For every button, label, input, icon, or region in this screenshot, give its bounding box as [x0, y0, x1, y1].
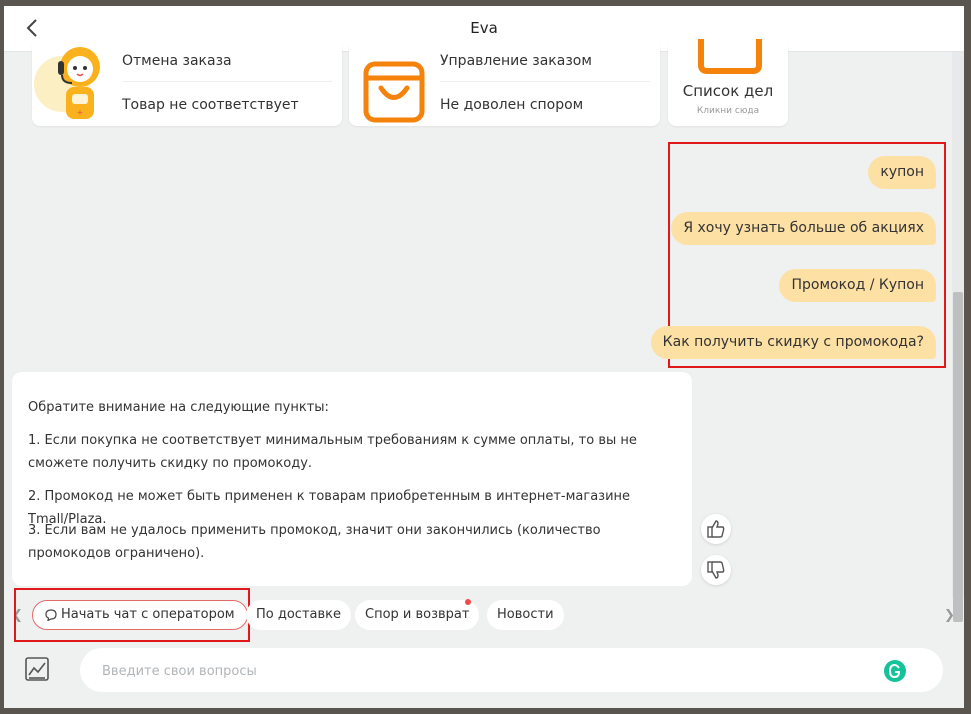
- thumbs-up-icon: [707, 520, 725, 538]
- chat-window: Eva + Отмена заказа Товар не соответству…: [4, 6, 964, 708]
- card-divider: [122, 81, 332, 82]
- bot-answer-bubble: Обратите внимание на следующие пункты: 1…: [12, 372, 692, 586]
- dispute-return-chip[interactable]: Спор и возврат: [355, 599, 480, 630]
- quick-replies-bar: ❮ Начать чат с оператором По доставке Сп…: [4, 588, 964, 642]
- cancel-order-link[interactable]: Отмена заказа: [122, 53, 232, 69]
- todo-box-icon: [698, 39, 762, 74]
- todo-list-title: Список дел: [682, 82, 774, 100]
- delivery-chip[interactable]: По доставке: [246, 600, 352, 630]
- robot-mascot-icon: +: [34, 47, 100, 119]
- service-card-orders: + Отмена заказа Товар не соответствует: [32, 39, 342, 126]
- message-input-wrapper: [80, 648, 943, 692]
- todo-list-subtitle: Кликни сюда: [696, 106, 760, 116]
- dispute-unhappy-link[interactable]: Не доволен спором: [440, 97, 583, 113]
- answer-intro: Обратите внимание на следующие пункты:: [28, 400, 329, 415]
- user-message[interactable]: купон: [868, 156, 936, 189]
- dispute-chip-label: Спор и возврат: [365, 607, 470, 622]
- chat-bubble-icon: [45, 608, 57, 621]
- operator-chip-label: Начать чат с оператором: [61, 607, 235, 622]
- thumbs-down-button[interactable]: [701, 555, 731, 585]
- chat-title: Eva: [470, 19, 498, 37]
- thumbs-down-icon: [707, 561, 725, 579]
- chart-image-icon[interactable]: [24, 656, 50, 682]
- input-bar: [4, 642, 964, 708]
- answer-point-1: 1. Если покупка не соответствует минимал…: [28, 433, 637, 471]
- news-chip[interactable]: Новости: [487, 600, 564, 630]
- chevron-left-icon[interactable]: ❮: [12, 608, 23, 623]
- svg-text:+: +: [77, 108, 84, 117]
- item-mismatch-link[interactable]: Товар не соответствует: [122, 97, 299, 113]
- service-card-management: Управление заказом Не доволен спором: [349, 39, 660, 126]
- todo-list-card[interactable]: Список дел Кликни сюда: [668, 39, 788, 126]
- order-management-link[interactable]: Управление заказом: [440, 53, 592, 69]
- card-divider: [440, 81, 650, 82]
- scrollbar-thumb[interactable]: [953, 292, 963, 622]
- user-message[interactable]: Как получить скидку с промокода?: [650, 326, 936, 359]
- start-operator-chat-button[interactable]: Начать чат с оператором: [32, 600, 248, 630]
- user-message[interactable]: Промокод / Купон: [779, 269, 936, 302]
- notification-dot: [465, 599, 472, 605]
- thumbs-up-button[interactable]: [701, 514, 731, 544]
- scrollbar-track[interactable]: [952, 52, 964, 622]
- answer-point-3: 3. Если вам не удалось применить промоко…: [28, 523, 601, 561]
- message-input[interactable]: [100, 656, 864, 686]
- user-message[interactable]: Я хочу узнать больше об акциях: [671, 212, 936, 245]
- shopping-bag-icon: [363, 61, 425, 123]
- grammarly-icon[interactable]: [884, 660, 906, 682]
- chevron-right-icon[interactable]: ❯: [944, 608, 955, 623]
